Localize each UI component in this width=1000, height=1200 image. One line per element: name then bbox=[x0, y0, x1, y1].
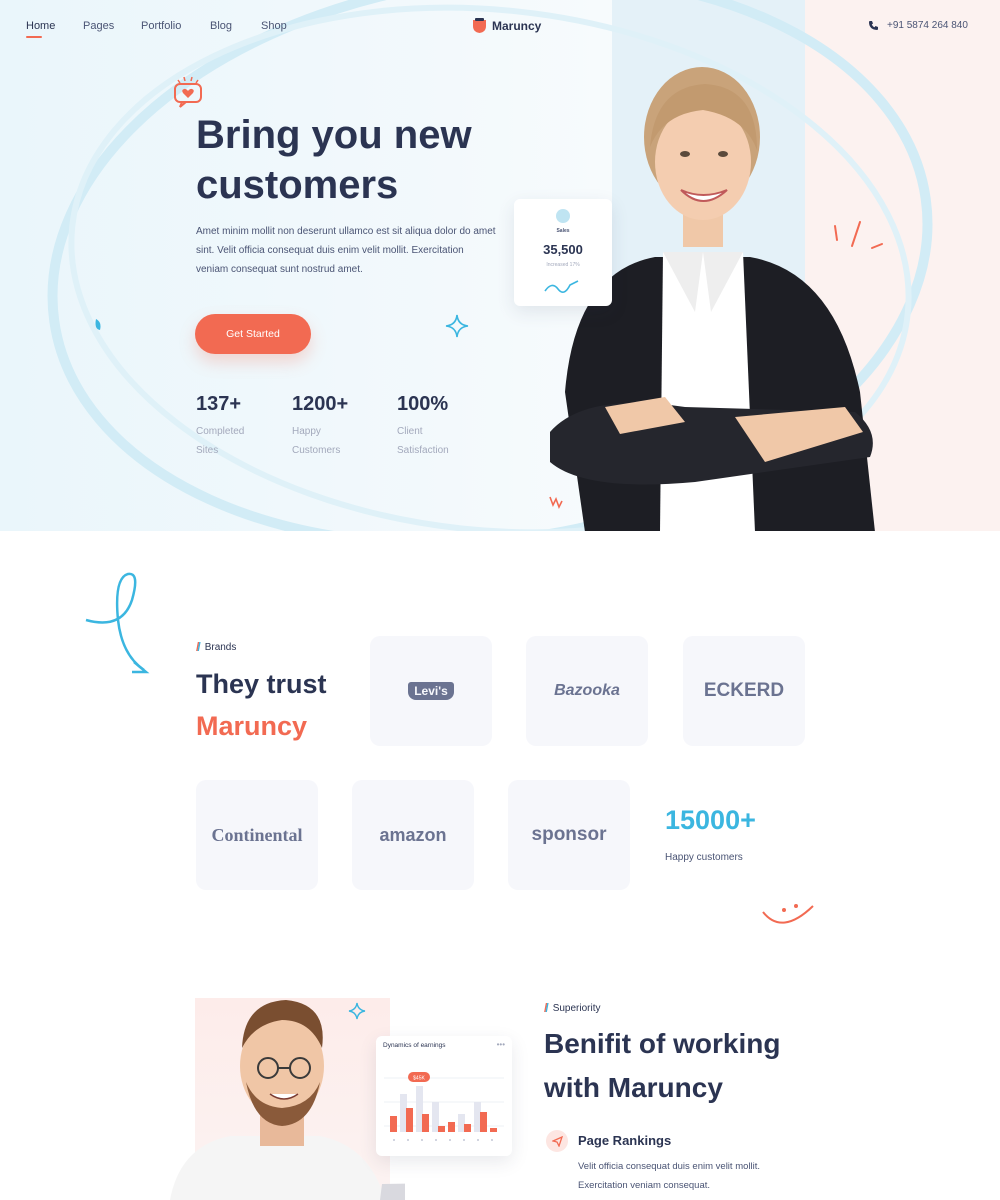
hero-title: Bring you new customers bbox=[196, 113, 472, 207]
levis-logo: Levi's bbox=[408, 682, 454, 700]
feature-title: Page Rankings bbox=[578, 1133, 672, 1148]
earnings-card: Dynamics of earnings ••• $45K bbox=[376, 1036, 512, 1156]
burst-lines-icon bbox=[834, 221, 883, 249]
stat-client-satisfaction: 100% Client Satisfaction bbox=[397, 393, 467, 460]
hero-description: Amet minim mollit non deserunt ullamco e… bbox=[196, 226, 496, 275]
curly-arrow-icon bbox=[85, 572, 150, 674]
get-started-button[interactable]: Get Started bbox=[195, 314, 311, 354]
phone-number: +91 5874 264 840 bbox=[887, 20, 968, 31]
happy-customers-label: Happy customers bbox=[665, 852, 743, 863]
eckerd-logo: ECKERD bbox=[703, 680, 785, 701]
benefits-section-tag: // Superiority bbox=[544, 1001, 601, 1015]
phone-contact[interactable]: +91 5874 264 840 bbox=[868, 20, 968, 31]
stat-value: 100% bbox=[397, 393, 449, 415]
continental-logo: Continental bbox=[211, 824, 303, 845]
sales-trend-line bbox=[544, 280, 579, 293]
smiling-man-photo bbox=[170, 1000, 405, 1200]
phone-icon bbox=[869, 21, 878, 30]
stat-completed-sites: 137+ Completed Sites bbox=[196, 393, 266, 460]
brands-title-accent: Maruncy bbox=[196, 711, 308, 741]
stat-value: 137+ bbox=[196, 393, 242, 415]
slashes-icon: // bbox=[544, 1001, 549, 1015]
blue-leaf-icon bbox=[95, 319, 101, 330]
brand-card-levis: Levi's bbox=[370, 636, 492, 746]
stat-label: Client Satisfaction bbox=[397, 426, 449, 456]
hero-section: Home Pages Portfolio Blog Shop Maruncy +… bbox=[0, 0, 1000, 531]
stat-happy-customers: 1200+ Happy Customers bbox=[292, 393, 362, 460]
brand-logo-link[interactable]: Maruncy bbox=[473, 18, 541, 33]
brands-section-tag: // Brands bbox=[196, 640, 236, 654]
earnings-bars bbox=[390, 1086, 497, 1132]
benefits-tag-label: Superiority bbox=[552, 1002, 601, 1014]
paper-plane-icon bbox=[546, 1130, 568, 1152]
nav-pages[interactable]: Pages bbox=[83, 20, 114, 32]
brand-card-amazon: amazon bbox=[352, 780, 474, 890]
bazooka-logo: Bazooka bbox=[554, 682, 620, 699]
squiggle-icon bbox=[549, 496, 563, 509]
benefits-title: Benifit of working with Maruncy bbox=[544, 1028, 781, 1103]
sales-label: Sales bbox=[556, 228, 570, 234]
sales-card: Sales 35,500 Increased 17% bbox=[514, 199, 612, 306]
nav-shop[interactable]: Shop bbox=[261, 20, 287, 32]
brands-title: They trust bbox=[196, 669, 327, 699]
heart-chat-icon bbox=[174, 76, 202, 108]
nav-home[interactable]: Home bbox=[26, 20, 55, 32]
feature-description: Velit officia consequat duis enim velit … bbox=[578, 1161, 760, 1191]
nav-active-indicator bbox=[26, 36, 42, 38]
earnings-badge: $45K bbox=[413, 1076, 425, 1082]
brand-name: Maruncy bbox=[492, 18, 542, 33]
sales-icon bbox=[556, 209, 570, 223]
brands-tag-label: Brands bbox=[204, 641, 237, 653]
sales-subtext: Increased 17% bbox=[546, 262, 580, 268]
happy-customers-count: 15000+ bbox=[665, 805, 756, 835]
sponsor-logo: sponsor bbox=[531, 824, 607, 845]
sales-value: 35,500 bbox=[543, 242, 583, 257]
nav-blog[interactable]: Blog bbox=[210, 20, 232, 32]
nav-portfolio[interactable]: Portfolio bbox=[141, 20, 181, 32]
top-nav: Home Pages Portfolio Blog Shop Maruncy +… bbox=[0, 0, 1000, 55]
earnings-card-title: Dynamics of earnings bbox=[383, 1042, 446, 1049]
stat-label: Happy Customers bbox=[292, 426, 341, 456]
shield-logo-icon bbox=[473, 18, 486, 33]
sparkle-small-icon bbox=[348, 1002, 366, 1020]
earnings-bar-chart: $45K bbox=[384, 1072, 504, 1141]
more-options-icon[interactable]: ••• bbox=[497, 1040, 505, 1049]
stat-label: Completed Sites bbox=[196, 426, 245, 456]
stat-value: 1200+ bbox=[292, 393, 349, 415]
brand-card-continental: Continental bbox=[196, 780, 318, 890]
brand-card-sponsor: sponsor bbox=[508, 780, 630, 890]
smiley-icon bbox=[762, 904, 814, 924]
sparkle-icon bbox=[445, 314, 469, 338]
brand-card-eckerd: ECKERD bbox=[683, 636, 805, 746]
brand-card-bazooka: Bazooka bbox=[526, 636, 648, 746]
slashes-icon: // bbox=[196, 640, 201, 654]
amazon-logo: amazon bbox=[379, 824, 447, 845]
